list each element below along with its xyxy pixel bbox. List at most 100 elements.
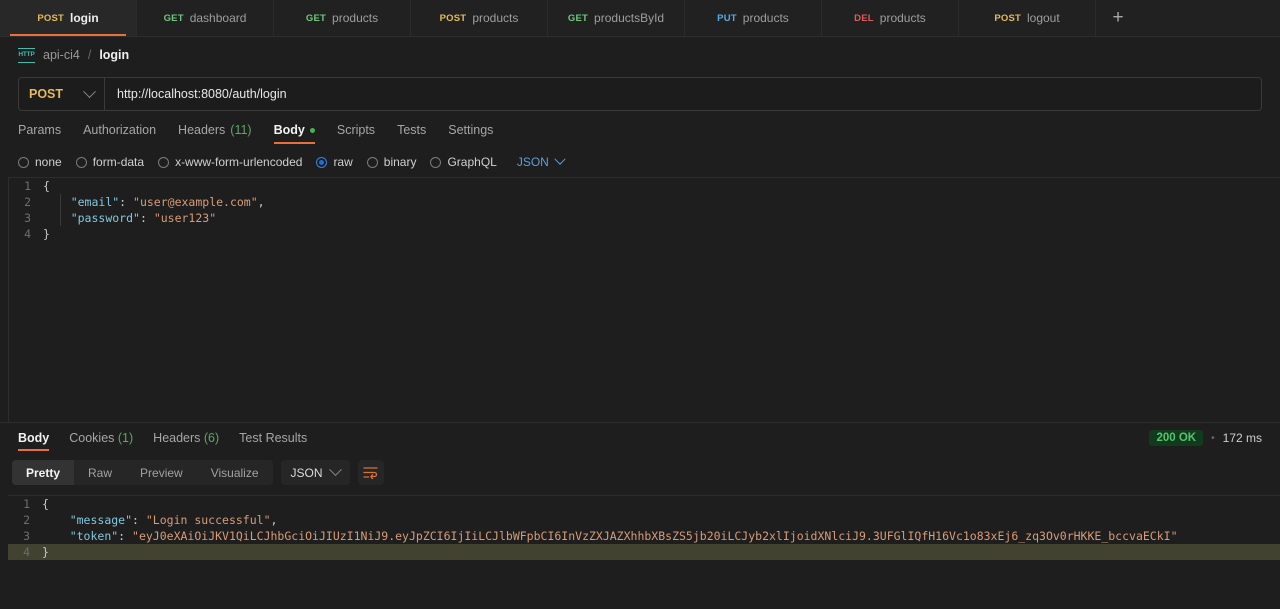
breadcrumb-separator: / <box>87 48 92 62</box>
request-tab-tests[interactable]: Tests <box>397 123 426 144</box>
request-tab-logout-7[interactable]: POST logout <box>959 0 1096 36</box>
request-tab-headers[interactable]: Headers (11) <box>178 123 252 144</box>
response-section-tabs: Body Cookies (1) Headers (6) Test Results <box>18 425 307 451</box>
radio-binary-icon[interactable] <box>366 156 378 168</box>
tab-name-label: login <box>70 11 99 25</box>
response-tab-label: Headers <box>153 431 201 445</box>
request-tab-settings[interactable]: Settings <box>448 123 493 144</box>
meta-separator: • <box>1211 432 1215 444</box>
response-body-text: "token": "eyJ0eXAiOiJKV1QiLCJhbGciOiJIUz… <box>42 528 1178 544</box>
body-type-x-www-form-urlencoded[interactable]: x-www-form-urlencoded <box>158 155 302 169</box>
request-tab-body[interactable]: Body <box>273 123 316 144</box>
code-token: { <box>43 179 50 193</box>
tab-method-label: GET <box>567 12 589 24</box>
code-token: "eyJ0eXAiOiJKV1QiLCJhbGciOiJIUzI1NiJ9.ey… <box>132 529 1178 543</box>
request-tab-products-5[interactable]: PUT products <box>685 0 822 36</box>
line-number: 2 <box>24 195 31 209</box>
response-tab-count: (1) <box>114 431 134 445</box>
line-number: 3 <box>24 211 31 225</box>
request-tab-label: Headers <box>178 123 226 137</box>
body-type-form-data[interactable]: form-data <box>75 155 145 169</box>
request-section-tabs: Params Authorization Headers (11) Body Script… <box>0 111 1280 144</box>
body-format-select[interactable]: JSON <box>517 153 566 169</box>
radio-GraphQL-icon[interactable] <box>430 156 442 168</box>
request-tab-params[interactable]: Params <box>18 123 61 144</box>
body-type-row: none form-data x-www-form-urlencoded raw bin… <box>0 144 1280 169</box>
wrap-text-button[interactable] <box>357 460 384 485</box>
footer-area <box>0 567 1280 591</box>
response-tab-cookies[interactable]: Cookies (1) <box>69 425 133 451</box>
response-tab-headers[interactable]: Headers (6) <box>153 425 219 451</box>
radio-x-www-form-urlencoded-icon[interactable] <box>158 156 170 168</box>
line-number: 4 <box>24 227 31 241</box>
response-tab-test-results[interactable]: Test Results <box>239 425 307 451</box>
code-token: : <box>118 529 133 543</box>
response-body-line: 1{ <box>8 496 1280 512</box>
request-tab-productsById-4[interactable]: GET productsById <box>548 0 685 36</box>
code-token: "Login successful" <box>145 513 271 527</box>
response-view-raw[interactable]: Raw <box>74 460 126 485</box>
body-type-label: none <box>35 155 62 169</box>
response-tab-label: Test Results <box>239 431 308 445</box>
body-type-GraphQL[interactable]: GraphQL <box>430 155 497 169</box>
request-tab-dashboard-1[interactable]: GET dashboard <box>137 0 274 36</box>
response-time: 172 ms <box>1222 431 1262 445</box>
request-tab-authorization[interactable]: Authorization <box>83 123 156 144</box>
code-token: , <box>270 513 278 527</box>
body-type-label: raw <box>333 155 353 169</box>
response-toolbar: Pretty Raw Preview Visualize JSON <box>0 453 1280 487</box>
response-view-preview[interactable]: Preview <box>126 460 197 485</box>
tabstrip-filler <box>1140 0 1280 36</box>
request-body-line: 2 "email": "user@example.com", <box>9 194 1280 210</box>
radio-raw-icon[interactable] <box>316 156 328 168</box>
response-view-pretty[interactable]: Pretty <box>12 460 75 485</box>
breadcrumb-collection[interactable]: api-ci4 <box>43 48 80 62</box>
body-type-none[interactable]: none <box>18 155 62 169</box>
line-number: 4 <box>23 545 30 559</box>
body-type-label: form-data <box>92 155 145 169</box>
body-type-label: binary <box>383 155 417 169</box>
body-type-binary[interactable]: binary <box>366 155 417 169</box>
request-tab-products-6[interactable]: DEL products <box>822 0 959 36</box>
tab-method-label: POST <box>37 12 64 24</box>
wrap-text-icon <box>363 467 378 479</box>
line-number: 1 <box>23 497 30 511</box>
request-body-text: "email": "user@example.com", <box>43 194 265 210</box>
new-tab-button[interactable]: + <box>1096 0 1140 36</box>
response-view-visualize[interactable]: Visualize <box>197 460 273 485</box>
request-tab-scripts[interactable]: Scripts <box>337 123 375 144</box>
code-token: : <box>139 211 154 225</box>
code-token: "token" <box>69 529 119 543</box>
tab-method-label: GET <box>163 12 184 24</box>
request-body-text: { <box>43 178 50 194</box>
url-text: http://localhost:8080/auth/login <box>117 87 287 101</box>
response-format-value: JSON <box>290 465 323 480</box>
tab-method-label: POST <box>994 12 1021 24</box>
request-tab-login-0[interactable]: POST login <box>0 0 137 36</box>
request-body-editor[interactable]: 1{2 "email": "user@example.com", 3 "passw… <box>8 177 1280 422</box>
request-tab-products-3[interactable]: POST products <box>411 0 548 36</box>
breadcrumb-current[interactable]: login <box>99 48 129 62</box>
code-token: } <box>43 227 50 241</box>
request-tab-label: Tests <box>397 123 427 137</box>
response-format-select[interactable]: JSON <box>280 460 350 485</box>
response-tab-label: Cookies <box>69 431 115 445</box>
breadcrumb: HTTP api-ci4 / login <box>0 37 1280 73</box>
response-view-switcher: Pretty Raw Preview Visualize <box>12 460 273 485</box>
request-tab-products-2[interactable]: GET products <box>274 0 411 36</box>
http-method-select[interactable]: POST <box>19 78 105 110</box>
url-input[interactable]: http://localhost:8080/auth/login <box>105 78 1261 110</box>
radio-form-data-icon[interactable] <box>75 156 87 168</box>
response-body-editor[interactable]: 1{2 "message": "Login successful", 3 "tok… <box>8 495 1280 567</box>
response-tab-count: (6) <box>200 431 220 445</box>
response-body-line: 2 "message": "Login successful", <box>8 512 1280 528</box>
body-type-raw[interactable]: raw <box>316 155 353 169</box>
response-tab-body[interactable]: Body <box>18 425 50 451</box>
radio-none-icon[interactable] <box>18 156 29 168</box>
tab-name-label: logout <box>1026 11 1060 25</box>
code-token: , <box>257 195 265 209</box>
tab-name-label: products <box>332 11 379 25</box>
tab-method-label: POST <box>439 12 467 24</box>
body-type-label: x-www-form-urlencoded <box>175 155 303 169</box>
request-body-line: 4} <box>9 226 1280 242</box>
